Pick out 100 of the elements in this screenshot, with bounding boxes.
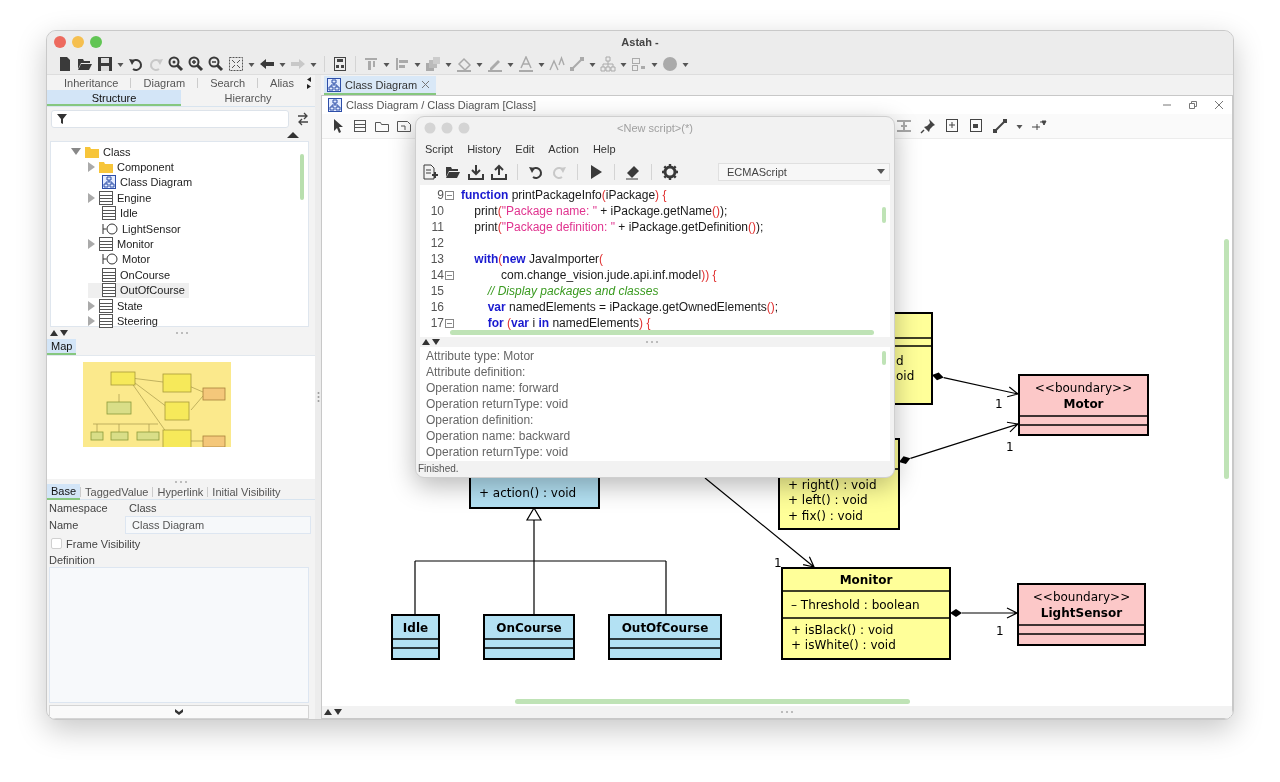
list-icon[interactable] xyxy=(352,118,368,134)
output-line: Operation definition: xyxy=(426,412,534,428)
boundary-frame-icon[interactable] xyxy=(968,118,984,134)
scrollbar[interactable] xyxy=(300,154,305,200)
run-icon[interactable] xyxy=(588,164,604,180)
collapse-arrows-icon[interactable] xyxy=(422,338,440,346)
zoom-in-icon[interactable] xyxy=(188,55,204,72)
scroll-up-icon[interactable] xyxy=(287,131,300,138)
splitter-handle-icon[interactable] xyxy=(174,480,188,484)
fold-icon[interactable] xyxy=(445,318,454,328)
tab[interactable]: TaggedValue xyxy=(81,485,153,499)
class-box[interactable] xyxy=(608,614,722,660)
generalization-arrow[interactable] xyxy=(414,506,667,616)
scrollbar[interactable] xyxy=(882,207,886,223)
splitter-handle-icon[interactable] xyxy=(316,391,320,403)
tree-item[interactable]: LightSensor xyxy=(88,220,185,237)
collapse-arrows-icon[interactable] xyxy=(324,708,342,716)
tree-item[interactable]: OutOfCourse xyxy=(88,282,189,298)
tree-item[interactable]: Monitor xyxy=(88,236,158,252)
download-icon[interactable] xyxy=(468,164,484,180)
tab[interactable]: Class Diagram xyxy=(324,76,437,95)
eraser-icon[interactable] xyxy=(625,164,641,180)
tree-item[interactable]: State xyxy=(88,297,147,314)
tab[interactable]: Initial Visibility xyxy=(208,485,285,499)
menu-item[interactable]: Edit xyxy=(508,143,542,155)
tab[interactable]: Inheritance xyxy=(58,75,125,90)
tree-item[interactable]: Engine xyxy=(88,190,156,206)
tree-item[interactable]: Component xyxy=(88,159,178,175)
splitter-handle-icon[interactable] xyxy=(780,710,794,714)
fold-icon[interactable] xyxy=(445,270,454,280)
new-file-icon[interactable] xyxy=(57,55,73,72)
sync-icon[interactable] xyxy=(297,112,310,126)
tab[interactable]: Map xyxy=(47,339,77,355)
note-icon[interactable] xyxy=(396,118,412,134)
menu-item[interactable]: Script xyxy=(418,143,461,155)
class-box[interactable] xyxy=(781,567,951,660)
composition-arrow[interactable] xyxy=(950,607,1019,619)
composition-arrow[interactable] xyxy=(899,421,1020,464)
new-script-icon[interactable] xyxy=(422,164,438,180)
class-box[interactable] xyxy=(391,614,440,660)
pin-icon[interactable] xyxy=(920,118,936,134)
tree-item[interactable]: Class xyxy=(71,144,135,160)
tab-scroll-icon[interactable] xyxy=(305,75,312,90)
menu-item[interactable]: Action xyxy=(541,143,586,155)
tab[interactable]: Structure xyxy=(47,90,182,106)
traffic-lights-icon[interactable] xyxy=(54,36,102,49)
undo-icon[interactable] xyxy=(528,164,544,180)
connector-icon[interactable] xyxy=(992,118,1008,134)
upload-icon[interactable] xyxy=(491,164,507,180)
menu-item[interactable]: Help xyxy=(585,143,623,155)
close-icon[interactable] xyxy=(421,80,431,89)
tab[interactable]: Search xyxy=(204,75,251,90)
composition-arrow[interactable] xyxy=(932,372,1020,398)
restore-icon[interactable] xyxy=(1188,100,1198,110)
fill-color-icon[interactable] xyxy=(456,55,472,72)
scrollbar[interactable] xyxy=(1224,239,1229,479)
scrollbar[interactable] xyxy=(882,351,886,365)
field-label: Name xyxy=(49,519,80,531)
tree-item[interactable]: Class Diagram xyxy=(88,174,197,191)
tab[interactable]: Alias xyxy=(264,75,300,90)
line-number: 9 xyxy=(436,188,445,202)
menu-item[interactable]: History xyxy=(460,143,509,155)
filter-field[interactable] xyxy=(51,110,290,128)
class-box[interactable] xyxy=(483,614,575,660)
name-field[interactable]: Class Diagram xyxy=(125,516,311,534)
checkbox[interactable] xyxy=(51,538,62,549)
close-icon[interactable] xyxy=(1214,100,1224,110)
tree-item[interactable]: OnCourse xyxy=(88,267,175,283)
breadcrumb: Class Diagram / Class Diagram [Class] xyxy=(346,99,537,111)
layout-icon[interactable] xyxy=(332,55,348,72)
collapse-arrows-icon[interactable] xyxy=(50,329,68,337)
font-color-icon[interactable] xyxy=(518,55,534,72)
scrollbar[interactable] xyxy=(450,330,874,335)
tree-item[interactable]: Idle xyxy=(88,205,142,221)
tab[interactable]: Diagram xyxy=(137,75,192,90)
language-dropdown[interactable]: ECMAScript xyxy=(718,163,890,181)
class-box[interactable] xyxy=(1018,374,1149,436)
settings-icon[interactable] xyxy=(662,164,678,180)
zoom-out-icon[interactable] xyxy=(208,55,224,72)
splitter-handle-icon[interactable] xyxy=(174,331,189,335)
filter-icon xyxy=(57,114,67,124)
open-folder-icon[interactable] xyxy=(445,164,461,180)
tab[interactable]: Base xyxy=(47,484,81,500)
code-line: // Display packages and classes xyxy=(486,284,659,298)
fold-icon[interactable] xyxy=(445,190,454,200)
expand-arrow-icon[interactable] xyxy=(71,148,81,156)
save-icon[interactable] xyxy=(97,55,113,72)
class-box[interactable] xyxy=(1017,583,1146,646)
splitter-handle-icon[interactable] xyxy=(645,340,659,344)
add-frame-icon[interactable] xyxy=(944,118,960,134)
tree-item[interactable]: Steering xyxy=(88,313,162,329)
fit-to-window-icon[interactable] xyxy=(228,55,244,72)
zoom-icon[interactable] xyxy=(168,55,184,72)
scrollbar[interactable] xyxy=(515,699,910,704)
tab[interactable]: Hyperlink xyxy=(153,485,208,499)
distribute-icon[interactable] xyxy=(896,118,912,134)
tree-item[interactable]: Motor xyxy=(88,251,155,268)
tab[interactable]: Hierarchy xyxy=(181,90,316,106)
code-editor[interactable] xyxy=(420,185,890,337)
definition-field[interactable] xyxy=(49,567,310,703)
